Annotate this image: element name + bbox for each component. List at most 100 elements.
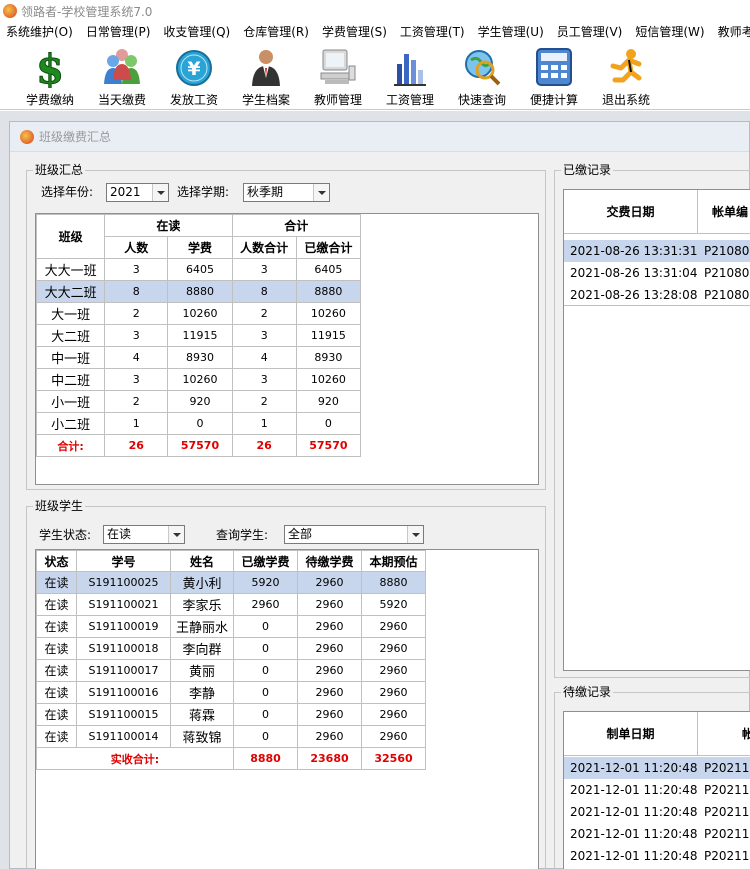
table-row[interactable]: 大二班 3 11915 3 11915 [36,324,362,347]
table-row[interactable]: 小一班 2 920 2 920 [36,390,362,413]
chevron-down-icon[interactable] [313,184,329,201]
pending-records-title: 待缴记录 [561,685,614,699]
toolbar-button-student-records[interactable]: 学生档案 [230,44,302,108]
class-summary-rows: 大大一班 3 6405 3 6405 大大二班 8 8880 8 8880 大一班 2 10260 2… [36,258,362,457]
table-row[interactable]: 在读 S191100015 蒋霖 0 2960 2960 [36,703,426,726]
query-student-select[interactable]: 全部 [284,525,424,544]
table-row[interactable]: 2021-12-01 11:20:48 P202112 [564,757,750,779]
table-row[interactable]: 2021-12-01 11:20:48 P202112 [564,801,750,823]
totals-row: 实收合计: 8880 23680 32560 [36,747,426,770]
col-header-class[interactable]: 班级 [36,214,106,259]
table-row[interactable]: 大大一班 3 6405 3 6405 [36,258,362,281]
class-summary-table: 班级 在读 合计 人数 学费 人数合计 已缴合计 大大一班 3 6405 3 6405 … [36,214,362,457]
toolbar-button-pay-salary[interactable]: ¥ 发放工资 [158,44,230,108]
table-row[interactable]: 2021-12-01 11:20:48 P202112 [564,823,750,845]
chevron-down-icon[interactable] [407,526,423,543]
col-header-paid[interactable]: 已缴学费 [233,550,298,572]
svg-text:$: $ [36,46,64,88]
svg-text:¥: ¥ [187,58,200,80]
menu-staff[interactable]: 员工管理(V) [551,22,630,42]
col-header-enrolled[interactable]: 在读 [104,214,233,237]
class-students-group: 班级学生 学生状态: 在读 查询学生: 全部 状态 学号 姓名 已缴学费 待缴学… [26,499,546,869]
table-row[interactable]: 在读 S191100025 黄小利 5920 2960 8880 [36,571,426,594]
totals-row: 合计: 26 57570 26 57570 [36,434,362,457]
menu-tuition[interactable]: 学费管理(S) [316,22,394,42]
menu-sms[interactable]: 短信管理(W) [629,22,711,42]
col-header-estimate[interactable]: 本期预估 [361,550,426,572]
menu-warehouse[interactable]: 仓库管理(R) [237,22,316,42]
col-header-pending[interactable]: 待缴学费 [297,550,362,572]
table-row[interactable]: 小二班 1 0 1 0 [36,412,362,435]
toolbar-button-salary-management[interactable]: 工资管理 [374,44,446,108]
bar-chart-icon [394,54,426,86]
col-header-account[interactable]: 帐 [698,712,750,756]
table-row[interactable]: 大一班 2 10260 2 10260 [36,302,362,325]
table-row[interactable]: 大大二班 8 8880 8 8880 [36,280,362,303]
class-students-table: 状态 学号 姓名 已缴学费 待缴学费 本期预估 在读 S191100025 黄小利 5… [36,550,426,770]
col-header-fee[interactable]: 学费 [167,236,233,259]
dollar-icon: $ [36,46,65,88]
toolbar: $ 学费缴纳 当天缴费 ¥ 发放工资 学生档案 教师管理 工资管理 快速查询 便… [0,42,750,110]
paid-records-title: 已缴记录 [561,163,614,177]
toolbar-button-today-payments[interactable]: 当天缴费 [86,44,158,108]
col-header-payment-date[interactable]: 交费日期 [564,190,698,234]
toolbar-button-calculator[interactable]: 便捷计算 [518,44,590,108]
menu-salary[interactable]: 工资管理(T) [394,22,472,42]
term-select[interactable]: 秋季期 [243,183,330,202]
yen-coin-icon: ¥ [176,50,212,86]
app-titlebar: 领路者-学校管理系统7.0 [0,0,750,22]
table-row[interactable]: 2021-08-26 13:31:31 P210800 [564,240,750,262]
col-header-student-id[interactable]: 学号 [76,550,171,572]
table-row[interactable]: 在读 S191100021 李家乐 2960 2960 5920 [36,593,426,616]
col-header-count[interactable]: 人数 [104,236,169,259]
class-students-title: 班级学生 [33,499,86,513]
magnifier-globe-icon [465,50,501,86]
col-header-count-total[interactable]: 人数合计 [231,236,297,259]
table-row[interactable]: 2021-08-26 13:28:08 P210800 [564,284,750,306]
year-select[interactable]: 2021 [106,183,169,202]
child-window-title: 班级缴费汇总 [39,130,112,144]
chevron-down-icon[interactable] [152,184,168,201]
toolbar-button-exit[interactable]: 退出系统 [590,44,662,108]
col-header-total[interactable]: 合计 [231,214,362,237]
chevron-down-icon[interactable] [168,526,184,543]
col-header-status[interactable]: 状态 [36,550,77,572]
query-student-label: 查询学生: [216,528,269,542]
app-logo-icon [3,4,17,18]
table-row[interactable]: 中二班 3 10260 3 10260 [36,368,362,391]
menu-students[interactable]: 学生管理(U) [472,22,551,42]
table-row[interactable]: 在读 S191100016 李静 0 2960 2960 [36,681,426,704]
student-status-select[interactable]: 在读 [103,525,185,544]
pending-records-panel: 制单日期 帐 2021-12-01 11:20:48 P202112 2021-… [563,711,750,869]
menu-teacher-attendance[interactable]: 教师考 [712,22,750,42]
class-students-rows: 在读 S191100025 黄小利 5920 2960 8880 在读 S191100021… [36,571,426,770]
child-window-titlebar: 班级缴费汇总 [10,122,749,152]
table-row[interactable]: 在读 S191100014 蒋致锦 0 2960 2960 [36,725,426,748]
computer-icon [320,49,356,84]
table-row[interactable]: 在读 S191100019 王静丽水 0 2960 2960 [36,615,426,638]
class-payment-summary-window: 班级缴费汇总 班级汇总 选择年份: 2021 选择学期: 秋季期 班级 在读 合… [9,121,750,869]
table-row[interactable]: 2021-12-01 11:20:48 P202112 [564,779,750,801]
col-header-paid-total[interactable]: 已缴合计 [295,236,362,259]
table-row[interactable]: 中一班 4 8930 4 8930 [36,346,362,369]
menu-daily[interactable]: 日常管理(P) [80,22,158,42]
calculator-icon [536,48,572,86]
col-header-created-date[interactable]: 制单日期 [564,712,698,756]
col-header-bill-number[interactable]: 帐单编 [698,190,750,234]
table-row[interactable]: 2021-12-01 11:20:48 P202112 [564,845,750,867]
menu-system[interactable]: 系统维护(O) [0,22,80,42]
col-header-name[interactable]: 姓名 [170,550,234,572]
toolbar-button-teacher-management[interactable]: 教师管理 [302,44,374,108]
class-summary-title: 班级汇总 [33,163,86,177]
table-row[interactable]: 在读 S191100017 黄丽 0 2960 2960 [36,659,426,682]
toolbar-button-tuition-payment[interactable]: $ 学费缴纳 [14,44,86,108]
running-man-icon [610,49,642,83]
menu-finance[interactable]: 收支管理(Q) [157,22,237,42]
toolbar-button-quick-search[interactable]: 快速查询 [446,44,518,108]
table-row[interactable]: 在读 S191100018 李向群 0 2960 2960 [36,637,426,660]
table-row[interactable]: 2021-08-26 13:31:04 P210800 [564,262,750,284]
class-summary-panel: 班级 在读 合计 人数 学费 人数合计 已缴合计 大大一班 3 6405 3 6405 … [35,213,539,485]
paid-records-header: 交费日期 帐单编 [564,190,750,234]
class-students-panel: 状态 学号 姓名 已缴学费 待缴学费 本期预估 在读 S191100025 黄小利 5… [35,549,539,869]
menu-bar: 系统维护(O) 日常管理(P) 收支管理(Q) 仓库管理(R) 学费管理(S) … [0,22,750,42]
